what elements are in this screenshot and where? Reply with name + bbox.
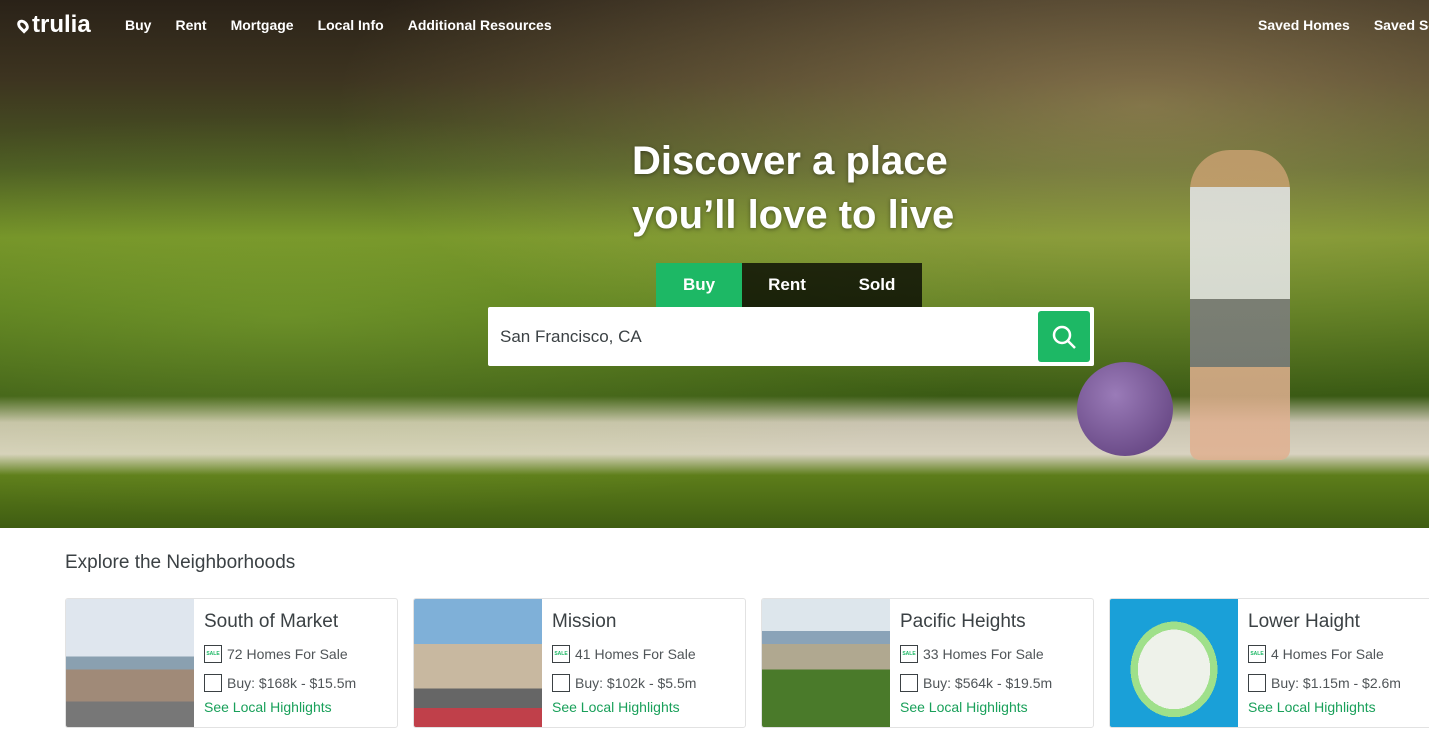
house-sale-icon [552, 673, 570, 692]
price-range: Buy: $1.15m - $2.6m [1271, 674, 1401, 691]
tab-rent[interactable]: Rent [742, 263, 832, 307]
nav-mortgage[interactable]: Mortgage [231, 17, 294, 33]
search-tabs: Buy Rent Sold [656, 263, 922, 307]
price-range: Buy: $564k - $19.5m [923, 674, 1053, 691]
neighborhood-name: Lower Haight [1248, 611, 1360, 632]
neighborhood-name: Mission [552, 611, 617, 632]
hero-headline: Discover a place you’ll love to live [632, 134, 954, 242]
for-sale-sign-icon: SALE [900, 644, 918, 663]
nav-saved-searches[interactable]: Saved Searches [1374, 17, 1429, 33]
nav-local-info[interactable]: Local Info [318, 17, 384, 33]
house-sale-icon [1248, 673, 1266, 692]
for-sale-sign-icon: SALE [552, 644, 570, 663]
neighborhood-image [762, 599, 890, 727]
neighborhood-name: South of Market [204, 611, 339, 632]
search-bar [488, 307, 1094, 366]
see-local-highlights-link[interactable]: See Local Highlights [900, 699, 1052, 715]
child-image [1190, 150, 1290, 460]
headline-line-1: Discover a place [632, 139, 948, 183]
neighborhood-card[interactable]: South of Market SALE 72 Homes For Sale Bu… [65, 598, 398, 728]
for-sale-sign-icon: SALE [1248, 644, 1266, 663]
neighborhood-card[interactable]: Pacific Heights SALE 33 Homes For Sale Bu… [761, 598, 1094, 728]
neighborhood-card[interactable]: Mission SALE 41 Homes For Sale Buy: $102k… [413, 598, 746, 728]
neighborhood-image [414, 599, 542, 727]
see-local-highlights-link[interactable]: See Local Highlights [1248, 699, 1401, 715]
neighborhood-card[interactable]: Lower Haight SALE 4 Homes For Sale Buy: $… [1109, 598, 1429, 728]
price-range: Buy: $168k - $15.5m [227, 674, 357, 691]
for-sale-sign-icon: SALE [204, 644, 222, 663]
nav-rent[interactable]: Rent [175, 17, 206, 33]
house-sale-icon [900, 673, 918, 692]
nav-additional-resources[interactable]: Additional Resources [408, 17, 552, 33]
pin-icon [14, 16, 32, 34]
see-local-highlights-link[interactable]: See Local Highlights [204, 699, 356, 715]
see-local-highlights-link[interactable]: See Local Highlights [552, 699, 696, 715]
homes-count: 33 Homes For Sale [923, 645, 1044, 662]
tab-sold[interactable]: Sold [832, 263, 922, 307]
headline-line-2: you’ll love to live [632, 193, 955, 237]
neighborhood-image [66, 599, 194, 727]
nav-buy[interactable]: Buy [125, 17, 151, 33]
homes-count: 72 Homes For Sale [227, 645, 348, 662]
hero: trulia Buy Rent Mortgage Local Info Addi… [0, 0, 1429, 528]
map-image [1110, 599, 1238, 727]
homes-count: 41 Homes For Sale [575, 645, 696, 662]
ball-image [1077, 362, 1173, 456]
house-sale-icon [204, 673, 222, 692]
homes-count: 4 Homes For Sale [1271, 645, 1384, 662]
price-range: Buy: $102k - $5.5m [575, 674, 697, 691]
neighborhood-name: Pacific Heights [900, 611, 1026, 632]
tab-buy[interactable]: Buy [656, 263, 742, 307]
nav-saved-homes[interactable]: Saved Homes [1258, 17, 1350, 33]
search-input[interactable] [488, 326, 1028, 347]
logo[interactable]: trulia [14, 11, 91, 39]
section-title: Explore the Neighborhoods [65, 552, 296, 573]
search-icon [1052, 325, 1076, 349]
logo-text: trulia [32, 11, 91, 38]
top-nav: trulia Buy Rent Mortgage Local Info Addi… [0, 0, 1429, 50]
search-button[interactable] [1038, 311, 1090, 362]
neighborhood-cards: South of Market SALE 72 Homes For Sale Bu… [65, 598, 1429, 728]
